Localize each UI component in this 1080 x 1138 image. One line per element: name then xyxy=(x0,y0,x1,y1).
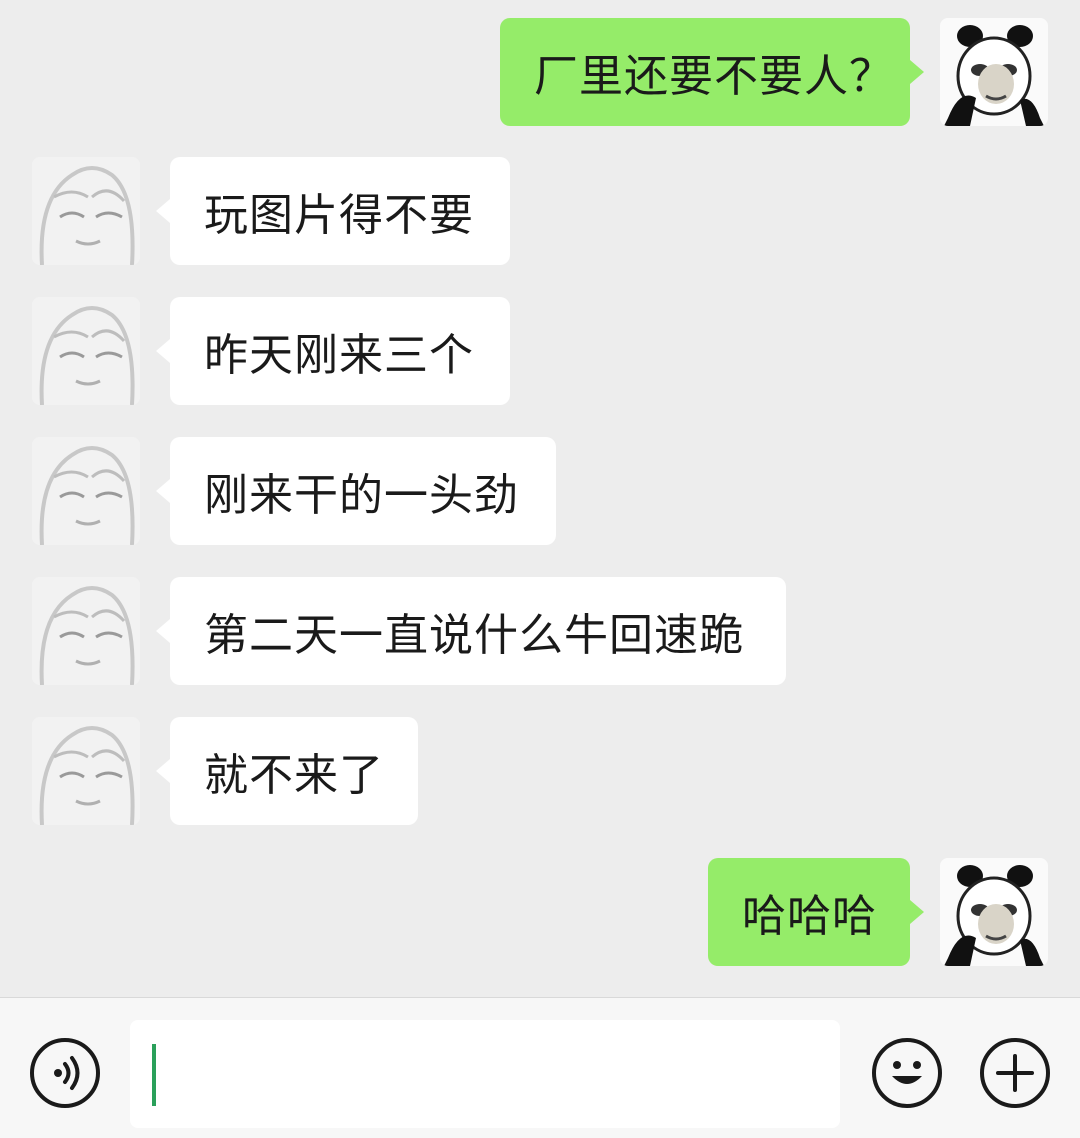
message-text: 刚来干的一头劲 xyxy=(204,470,519,521)
text-cursor xyxy=(152,1044,156,1106)
contact-avatar[interactable] xyxy=(32,717,140,825)
message-text: 昨天刚来三个 xyxy=(204,330,474,381)
message-text: 第二天一直说什么牛回速跪 xyxy=(204,610,744,661)
contact-avatar[interactable] xyxy=(32,437,140,545)
anime-girl-avatar-icon xyxy=(32,717,140,825)
message-bubble[interactable]: 刚来干的一头劲 xyxy=(156,437,556,545)
emoji-button[interactable] xyxy=(872,1038,942,1108)
message-row-incoming: 就不来了 xyxy=(0,717,1080,827)
panda-avatar-icon xyxy=(940,858,1048,966)
message-row-outgoing: 哈哈哈 xyxy=(0,858,1080,968)
message-bubble[interactable]: 厂里还要不要人？ xyxy=(500,18,924,126)
anime-girl-avatar-icon xyxy=(32,297,140,405)
contact-avatar[interactable] xyxy=(32,157,140,265)
message-text: 就不来了 xyxy=(204,750,384,801)
emoji-icon xyxy=(892,1061,922,1084)
anime-girl-avatar-icon xyxy=(32,157,140,265)
more-button[interactable] xyxy=(980,1038,1050,1108)
plus-icon xyxy=(996,1054,1034,1092)
message-row-incoming: 第二天一直说什么牛回速跪 xyxy=(0,577,1080,687)
anime-girl-avatar-icon xyxy=(32,437,140,545)
message-row-incoming: 玩图片得不要 xyxy=(0,157,1080,267)
message-text: 玩图片得不要 xyxy=(204,190,474,241)
my-avatar[interactable] xyxy=(940,858,1048,966)
message-bubble[interactable]: 就不来了 xyxy=(156,717,418,825)
voice-icon xyxy=(54,1056,80,1090)
message-text: 厂里还要不要人？ xyxy=(534,51,894,102)
contact-avatar[interactable] xyxy=(32,297,140,405)
message-row-incoming: 昨天刚来三个 xyxy=(0,297,1080,407)
message-text: 哈哈哈 xyxy=(742,891,877,942)
message-row-outgoing: 厂里还要不要人？ xyxy=(0,18,1080,128)
contact-avatar[interactable] xyxy=(32,577,140,685)
message-bubble[interactable]: 第二天一直说什么牛回速跪 xyxy=(156,577,786,685)
my-avatar[interactable] xyxy=(940,18,1048,126)
message-bubble[interactable]: 昨天刚来三个 xyxy=(156,297,510,405)
panda-avatar-icon xyxy=(940,18,1048,126)
message-input[interactable] xyxy=(130,1020,840,1128)
anime-girl-avatar-icon xyxy=(32,577,140,685)
message-row-incoming: 刚来干的一头劲 xyxy=(0,437,1080,547)
message-bubble[interactable]: 哈哈哈 xyxy=(708,858,924,966)
message-bubble[interactable]: 玩图片得不要 xyxy=(156,157,510,265)
input-bar xyxy=(0,997,1080,1138)
voice-button[interactable] xyxy=(30,1038,100,1108)
chat-area: 厂里还要不要人？ 玩图片得不要 昨天刚来三个 刚来干的一头劲 第二天一直说什么牛… xyxy=(0,0,1080,997)
